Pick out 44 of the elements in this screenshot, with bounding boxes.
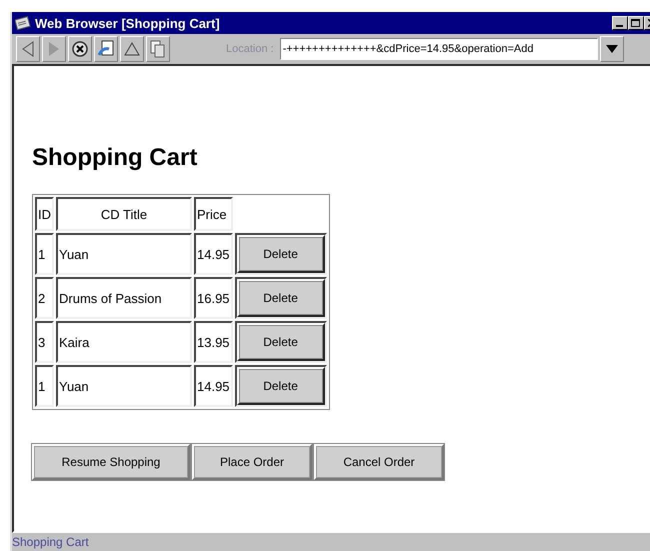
maximize-button[interactable] — [628, 16, 644, 30]
delete-button[interactable]: Delete — [236, 235, 325, 273]
action-button[interactable]: Place Order — [192, 444, 312, 480]
table-cell: 1 — [35, 365, 54, 407]
dropdown-button[interactable] — [600, 36, 624, 62]
home-button[interactable] — [120, 36, 144, 62]
triangle-icon — [124, 42, 140, 56]
table-cell: 2 — [35, 277, 54, 319]
action-button[interactable]: Cancel Order — [314, 444, 444, 480]
delete-button[interactable]: Delete — [236, 279, 325, 317]
pages-icon — [150, 40, 166, 58]
table-cell: 16.95 — [194, 277, 233, 319]
table-cell: Yuan — [56, 233, 192, 275]
column-header: CD Title — [56, 197, 192, 231]
stop-icon — [72, 41, 88, 57]
location-field[interactable]: -++++++++++++++&cdPrice=14.95&operation=Add — [280, 38, 598, 60]
back-icon — [21, 41, 35, 57]
action-button[interactable]: Resume Shopping — [32, 444, 190, 480]
table-cell: 3 — [35, 321, 54, 363]
table-cell: 14.95 — [194, 233, 233, 275]
table-cell: 1 — [35, 233, 54, 275]
caret-icon — [606, 45, 618, 53]
maximize-icon — [631, 18, 641, 28]
forward-button[interactable] — [42, 36, 66, 62]
back-button[interactable] — [16, 36, 40, 62]
delete-button[interactable]: Delete — [236, 367, 325, 405]
delete-button[interactable]: Delete — [236, 323, 325, 361]
forward-icon — [47, 41, 61, 57]
reload-button[interactable] — [94, 36, 118, 62]
column-header: ID — [35, 197, 54, 231]
table-cell: Kaira — [56, 321, 192, 363]
status-text: Shopping Cart — [12, 535, 89, 549]
browser-icon — [15, 16, 31, 30]
window-title: Web Browser [Shopping Cart] — [35, 16, 221, 30]
table-cell: 13.95 — [194, 321, 233, 363]
table-cell: 14.95 — [194, 365, 233, 407]
column-header: Price — [194, 197, 233, 231]
table-cell: Yuan — [56, 365, 192, 407]
page-icon — [98, 40, 114, 58]
stop-button[interactable] — [68, 36, 92, 62]
pages-button[interactable] — [146, 36, 170, 62]
table-cell: Drums of Passion — [56, 277, 192, 319]
page-heading: Shopping Cart — [32, 144, 198, 172]
minimize-button[interactable] — [612, 16, 628, 30]
